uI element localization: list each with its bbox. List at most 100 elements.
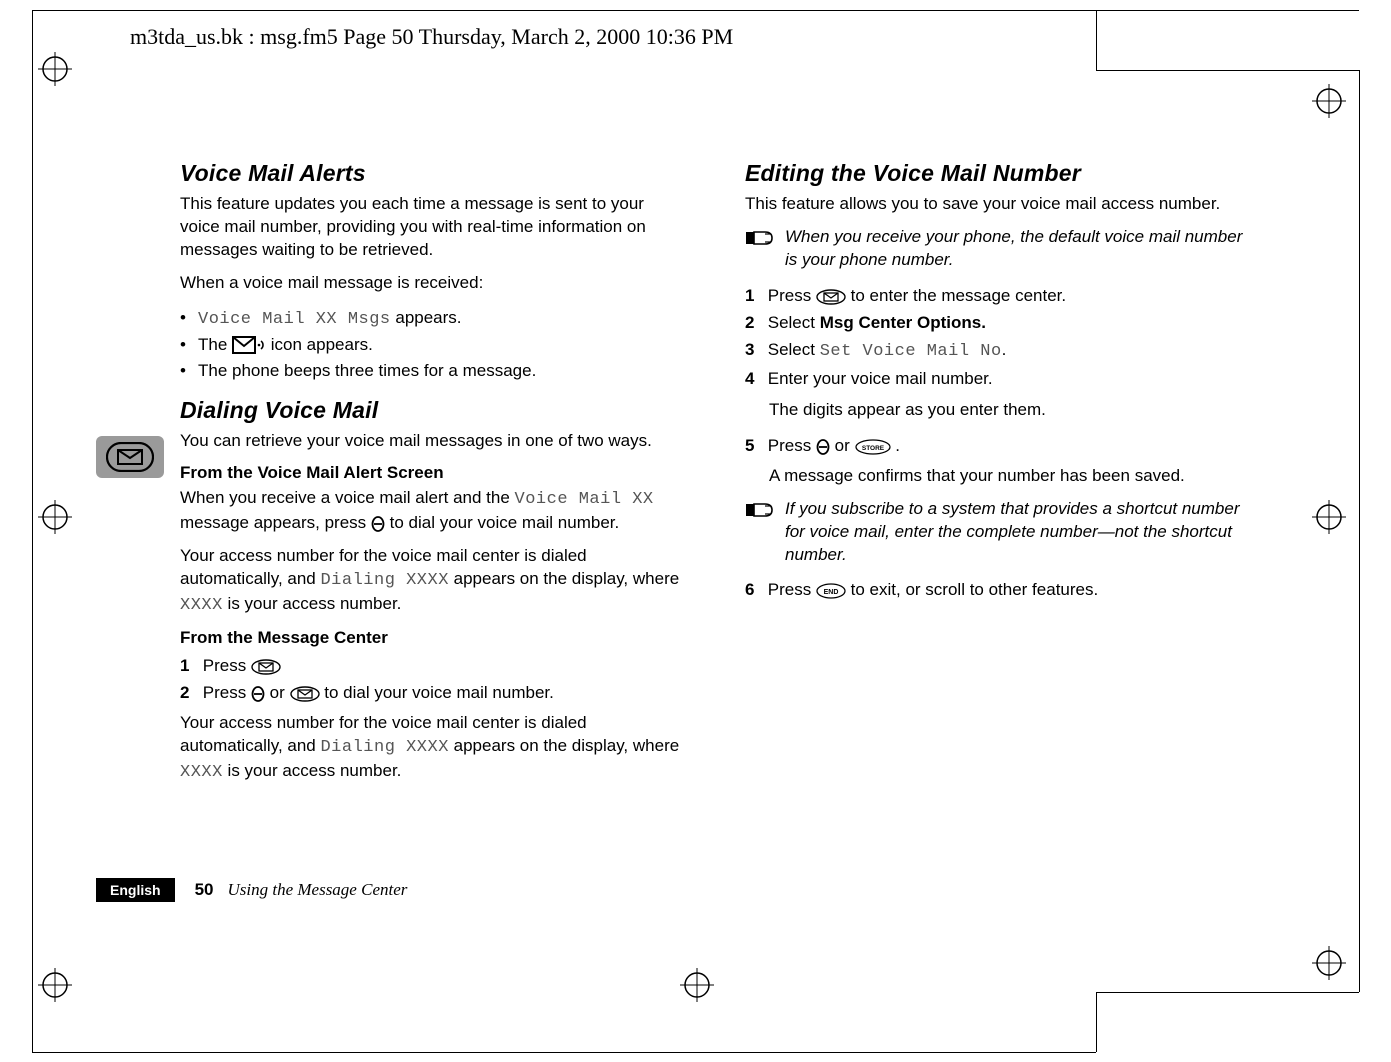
side-tab [96,436,164,478]
evm-ol-1-a: Press [768,286,816,305]
dvm-p4: Your access number for the voice mail ce… [180,712,685,785]
evm-ol-c: 6 Press END to exit, or scroll to other … [745,576,1250,603]
evm-ol-6-b: to exit, or scroll to other features. [851,580,1099,599]
dvm-p3-lcd2: XXXX [180,596,223,615]
evm-ol-3-num: 3 [745,336,763,363]
svg-text:END: END [824,589,839,596]
evm-ol-2-a: Select [768,313,820,332]
evm-ol-5: 5 Press or STORE . [745,432,1250,459]
dvm-p2-a: When you receive a voice mail alert and … [180,488,515,507]
note-default-number: When you receive your phone, the default… [745,226,1250,272]
dvm-p1: You can retrieve your voice mail message… [180,430,685,453]
heading-voice-mail-alerts: Voice Mail Alerts [180,160,685,187]
evm-ol: 1 Press to enter the message center. 2 S… [745,282,1250,393]
evm-ol-b: 5 Press or STORE . [745,432,1250,459]
vma-bullet-1: Voice Mail XX Msgs appears. [180,305,685,333]
registration-mark-mid-left [38,500,72,534]
registration-mark-top-left [38,52,72,86]
crop-line-top [32,10,1359,11]
vma-desc: This feature updates you each time a mes… [180,193,685,262]
crop-line-right [1359,70,1360,992]
dvm-p3-b: appears on the display, where [449,569,679,588]
evm-ol-4-text: Enter your voice mail number. [768,369,993,388]
crop-line-bottom-notch [1096,992,1097,1052]
note-default-number-text: When you receive your phone, the default… [785,226,1250,272]
crop-line-bottom-right [1096,992,1359,993]
dvm-ol-1: 1 Press [180,652,685,679]
envelope-sound-icon [232,335,271,354]
evm-ol-6-num: 6 [745,576,763,603]
dvm-ol-2-c: to dial your voice mail number. [324,683,554,702]
dvm-p4-lcd2: XXXX [180,763,223,782]
theta-key-icon [371,513,390,532]
heading-from-message-center: From the Message Center [180,628,685,648]
dvm-ol-1-a: Press [203,656,251,675]
svg-text:STORE: STORE [861,445,884,452]
evm-ol-4-num: 4 [745,365,763,392]
dvm-p2-c: to dial your voice mail number. [390,513,620,532]
page: m3tda_us.bk : msg.fm5 Page 50 Thursday, … [0,0,1391,1062]
theta-key-icon [816,436,835,455]
footer-language-badge: English [96,878,175,902]
evm-ol-2-num: 2 [745,309,763,336]
vma-b1-tail: appears. [391,308,462,327]
dvm-p3-c: is your access number. [223,594,402,613]
vma-bullet-3: The phone beeps three times for a messag… [180,358,685,384]
evm-ol-2-bold: Msg Center Options. [820,313,986,332]
theta-key-icon [251,683,270,702]
evm-ol-3-a: Select [768,340,820,359]
heading-editing-voice-mail-number: Editing the Voice Mail Number [745,160,1250,187]
registration-mark-top-right [1312,84,1346,118]
note-hand-icon [745,500,775,567]
evm-ol-4-sub: The digits appear as you enter them. [769,399,1250,422]
vma-bullet-2: The icon appears. [180,332,685,358]
crop-line-top-right [1096,70,1359,71]
vma-when: When a voice mail message is received: [180,272,685,295]
running-header: m3tda_us.bk : msg.fm5 Page 50 Thursday, … [130,24,733,50]
envelope-key-icon [816,286,851,305]
dvm-p2-lcd: Voice Mail XX [515,490,654,509]
evm-ol-5-sub: A message confirms that your number has … [769,465,1250,488]
note-hand-icon [745,228,775,272]
envelope-tab-icon [106,442,154,472]
registration-mark-bottom-left [38,968,72,1002]
footer: English 50 Using the Message Center [96,878,407,902]
end-key-icon: END [816,580,851,599]
store-key-icon: STORE [855,436,896,455]
footer-page-number: 50 [195,880,214,900]
note-shortcut-number: If you subscribe to a system that provid… [745,498,1250,567]
evm-ol-4: 4 Enter your voice mail number. [745,365,1250,392]
right-column: Editing the Voice Mail Number This featu… [745,160,1250,795]
dvm-ol: 1 Press 2 Press or to [180,652,685,706]
envelope-key-icon [290,683,325,702]
note-shortcut-number-text: If you subscribe to a system that provid… [785,498,1250,567]
evm-ol-5-b: or [835,436,855,455]
dvm-p2: When you receive a voice mail alert and … [180,487,685,535]
evm-ol-6-a: Press [768,580,816,599]
dvm-p3-lcd: Dialing XXXX [320,571,448,590]
crop-line-left [32,10,33,1052]
content-columns: Voice Mail Alerts This feature updates y… [170,160,1250,795]
dvm-p3: Your access number for the voice mail ce… [180,545,685,618]
dvm-p2-b: message appears, press [180,513,371,532]
evm-ol-6: 6 Press END to exit, or scroll to other … [745,576,1250,603]
crop-line-bottom [32,1052,1096,1053]
left-column: Voice Mail Alerts This feature updates y… [180,160,685,795]
dvm-p4-lcd: Dialing XXXX [320,738,448,757]
dvm-p4-b: appears on the display, where [449,736,679,755]
dvm-ol-1-num: 1 [180,652,198,679]
vma-b1-lcd: Voice Mail XX Msgs [198,310,391,329]
vma-bullets: Voice Mail XX Msgs appears. The icon app… [180,305,685,384]
evm-ol-2: 2 Select Msg Center Options. [745,309,1250,336]
dvm-ol-2-a: Press [203,683,251,702]
evm-ol-3-lcd: Set Voice Mail No [820,342,1002,361]
registration-mark-bottom-center [680,968,714,1002]
evm-ol-3-dot: . [1002,340,1007,359]
registration-mark-mid-right [1312,500,1346,534]
vma-b2-a: The [198,335,232,354]
crop-line-top-notch [1096,10,1097,70]
registration-mark-bottom-right [1312,946,1346,980]
envelope-key-icon [251,656,281,675]
evm-ol-5-num: 5 [745,432,763,459]
dvm-p4-c: is your access number. [223,761,402,780]
